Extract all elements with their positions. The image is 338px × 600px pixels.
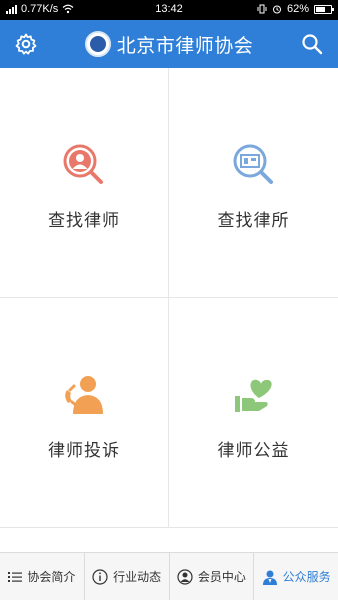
tile-find-firm[interactable]: 查找律所 — [169, 68, 338, 298]
member-icon — [177, 568, 193, 585]
vibrate-icon — [257, 4, 267, 14]
tab-member[interactable]: 会员中心 — [170, 553, 255, 600]
tab-label: 协会简介 — [27, 570, 76, 584]
service-grid: 查找律师 查找律所 律师投诉 律师公益 — [0, 68, 338, 528]
battery-icon — [314, 4, 334, 14]
list-icon — [8, 571, 23, 582]
find-lawyer-icon — [63, 144, 103, 184]
app-header: 北京市律师协会 — [0, 20, 338, 68]
search-icon[interactable] — [300, 32, 324, 56]
tab-public-service[interactable]: 公众服务 — [254, 553, 338, 600]
tab-label: 公众服务 — [282, 570, 331, 584]
tile-label: 律师公益 — [217, 441, 290, 460]
tab-label: 行业动态 — [113, 570, 162, 584]
tile-find-lawyer[interactable]: 查找律师 — [0, 68, 169, 298]
info-icon — [92, 568, 108, 585]
tile-label: 查找律所 — [217, 211, 290, 230]
alarm-icon — [272, 5, 281, 14]
complaint-icon — [65, 376, 103, 414]
tile-label: 查找律师 — [48, 211, 120, 230]
tile-complaint[interactable]: 律师投诉 — [0, 298, 169, 528]
bottom-tab-bar: 协会简介 行业动态 会员中心 公众服务 — [0, 552, 338, 600]
page-title: 北京市律师协会 — [116, 35, 254, 57]
tab-label: 会员中心 — [197, 570, 246, 584]
header-title-wrap: 北京市律师协会 — [0, 20, 338, 68]
status-right: 62% — [257, 3, 334, 15]
public-service-icon — [262, 570, 277, 585]
tab-about[interactable]: 协会简介 — [0, 553, 85, 600]
find-firm-icon — [233, 144, 273, 184]
tile-label: 律师投诉 — [48, 441, 120, 460]
association-logo — [84, 31, 111, 57]
charity-icon — [234, 379, 272, 412]
tab-news[interactable]: 行业动态 — [85, 553, 170, 600]
status-bar: 0.77K/s 13:42 62% — [0, 0, 338, 20]
battery-percent: 62% — [286, 3, 309, 15]
tile-charity[interactable]: 律师公益 — [169, 298, 338, 528]
spacer — [0, 528, 338, 552]
